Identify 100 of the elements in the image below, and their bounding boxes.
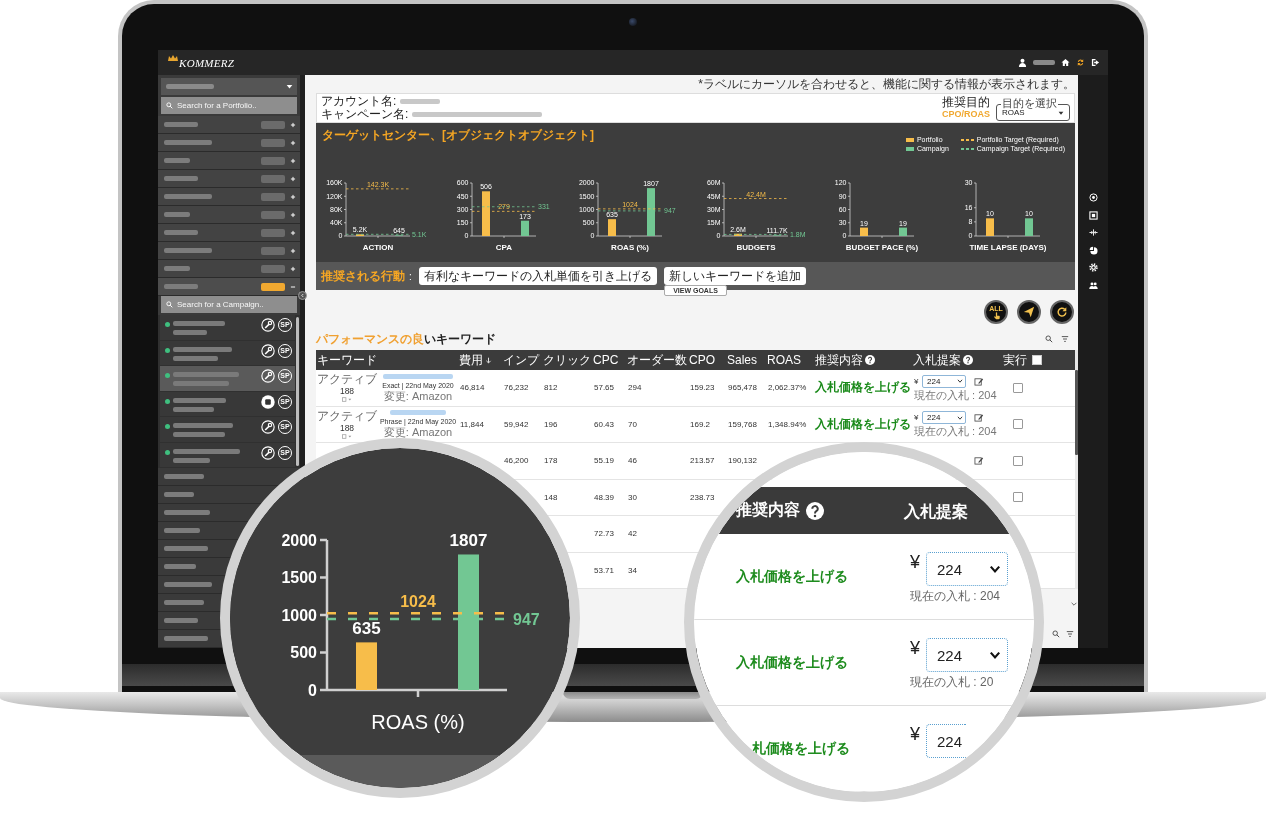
filter-icon[interactable]: [1061, 335, 1069, 343]
checkbox[interactable]: [1013, 455, 1023, 466]
column-header[interactable]: CPO: [689, 353, 715, 367]
search-field[interactable]: Search for a Campaign..: [161, 296, 297, 313]
sync-icon[interactable]: [1076, 58, 1085, 67]
target-line: [471, 210, 537, 212]
scrollbar[interactable]: [296, 317, 299, 466]
wrench-icon[interactable]: [261, 318, 275, 332]
edit-icon[interactable]: [974, 456, 984, 466]
column-header[interactable]: 推奨内容: [815, 353, 863, 367]
column-header[interactable]: オーダー数: [627, 353, 687, 367]
disc-icon[interactable]: [261, 394, 275, 409]
portfolio-item[interactable]: [158, 134, 300, 152]
edit-icon[interactable]: [974, 413, 984, 423]
sort-down-icon[interactable]: [485, 356, 492, 364]
frame-icon[interactable]: [1088, 210, 1098, 220]
search-field[interactable]: Search for a Portfolio..: [161, 97, 297, 114]
tick-mark: [416, 690, 420, 697]
current-bid-text: 現在の入札 : 204: [914, 388, 997, 401]
toggle-icon[interactable]: [342, 397, 352, 403]
plus-icon[interactable]: [290, 121, 296, 128]
pie-chart-icon[interactable]: [1088, 245, 1098, 255]
portfolio-item[interactable]: [158, 152, 300, 170]
chevron-down-icon[interactable]: [1070, 600, 1078, 608]
status-pill: [261, 246, 285, 255]
table-cell: 196: [544, 419, 558, 429]
tick-mark: [343, 195, 347, 197]
target-icon[interactable]: [1088, 193, 1098, 202]
plus-icon[interactable]: [290, 229, 296, 236]
bid-select[interactable]: 224: [926, 724, 966, 758]
plus-icon[interactable]: [290, 247, 296, 254]
caret-icon: [989, 649, 1001, 661]
wrench-icon[interactable]: [261, 343, 275, 358]
bid-select[interactable]: 224: [926, 638, 1008, 672]
portfolio-item[interactable]: [158, 206, 300, 224]
filter-icon[interactable]: [1066, 629, 1074, 638]
column-header[interactable]: 費用: [459, 353, 483, 367]
user-icon[interactable]: [1018, 58, 1027, 67]
submit-button[interactable]: [1017, 300, 1041, 324]
checkbox[interactable]: [1013, 419, 1023, 430]
action-button[interactable]: 有利なキーワードの入札単価を引き上げる: [418, 267, 657, 285]
help-icon[interactable]: [963, 355, 973, 365]
search-icon[interactable]: [1045, 335, 1053, 343]
plus-icon[interactable]: [290, 175, 296, 182]
checkbox[interactable]: [1013, 492, 1023, 503]
column-header[interactable]: インプ: [503, 353, 539, 367]
column-header[interactable]: 入札提案: [904, 502, 968, 523]
table-cell: 48.39: [594, 492, 615, 502]
users-icon[interactable]: [1088, 280, 1098, 290]
tick-mark: [721, 182, 725, 184]
blurred-text: [164, 158, 190, 163]
help-icon[interactable]: [806, 501, 824, 520]
table-cell: 57.65: [594, 383, 615, 393]
column-header[interactable]: キーワード: [317, 353, 377, 367]
table-cell: 238.73: [690, 492, 715, 502]
column-header[interactable]: CPC: [593, 353, 619, 367]
tick-mark: [320, 651, 327, 654]
plus-icon[interactable]: [290, 193, 296, 200]
wrench-icon[interactable]: [261, 369, 275, 383]
blurred-text: [164, 176, 198, 181]
toggle-icon[interactable]: [342, 433, 352, 439]
action-button[interactable]: 新しいキーワードを追加: [663, 267, 806, 285]
checkbox[interactable]: [1013, 382, 1023, 393]
search-icon[interactable]: [1052, 629, 1060, 638]
column-header[interactable]: クリック: [543, 353, 591, 367]
help-icon[interactable]: [865, 355, 875, 365]
blurred-text: [164, 510, 210, 515]
wrench-icon[interactable]: [261, 420, 275, 434]
portfolio-item[interactable]: [158, 278, 300, 296]
refresh-button[interactable]: [1050, 300, 1074, 324]
collapse-arrows-icon[interactable]: [1088, 228, 1098, 237]
portfolio-item[interactable]: [158, 242, 300, 260]
plus-icon[interactable]: [290, 211, 296, 218]
portfolio-item[interactable]: [158, 224, 300, 242]
tick-mark: [595, 209, 599, 210]
bid-select[interactable]: 224: [922, 374, 966, 388]
plus-icon[interactable]: [290, 139, 296, 146]
portfolio-item[interactable]: [158, 170, 300, 188]
column-header[interactable]: Sales: [727, 353, 758, 367]
edit-icon[interactable]: [974, 376, 984, 386]
blurred-text: [173, 372, 239, 377]
bid-select[interactable]: 224: [922, 411, 966, 425]
scrollbar[interactable]: [1075, 350, 1078, 589]
home-icon[interactable]: [1061, 58, 1070, 67]
portfolio-item[interactable]: [158, 188, 300, 206]
minus-icon[interactable]: [290, 283, 296, 290]
plus-icon[interactable]: [290, 157, 296, 164]
column-header[interactable]: 入札提案: [913, 353, 961, 367]
settings-icon[interactable]: [1088, 263, 1098, 272]
portfolio-item[interactable]: [158, 116, 300, 134]
plus-icon[interactable]: [290, 265, 296, 272]
column-header[interactable]: 実行: [1003, 353, 1027, 367]
value-label: 635: [352, 619, 381, 639]
checkbox[interactable]: [1032, 355, 1042, 365]
column-header[interactable]: ROAS: [767, 353, 801, 367]
logout-icon[interactable]: [1091, 58, 1100, 67]
bid-select[interactable]: 224: [926, 552, 1008, 586]
target-line: [471, 206, 537, 208]
wrench-icon[interactable]: [261, 445, 275, 460]
portfolio-item[interactable]: [158, 260, 300, 278]
